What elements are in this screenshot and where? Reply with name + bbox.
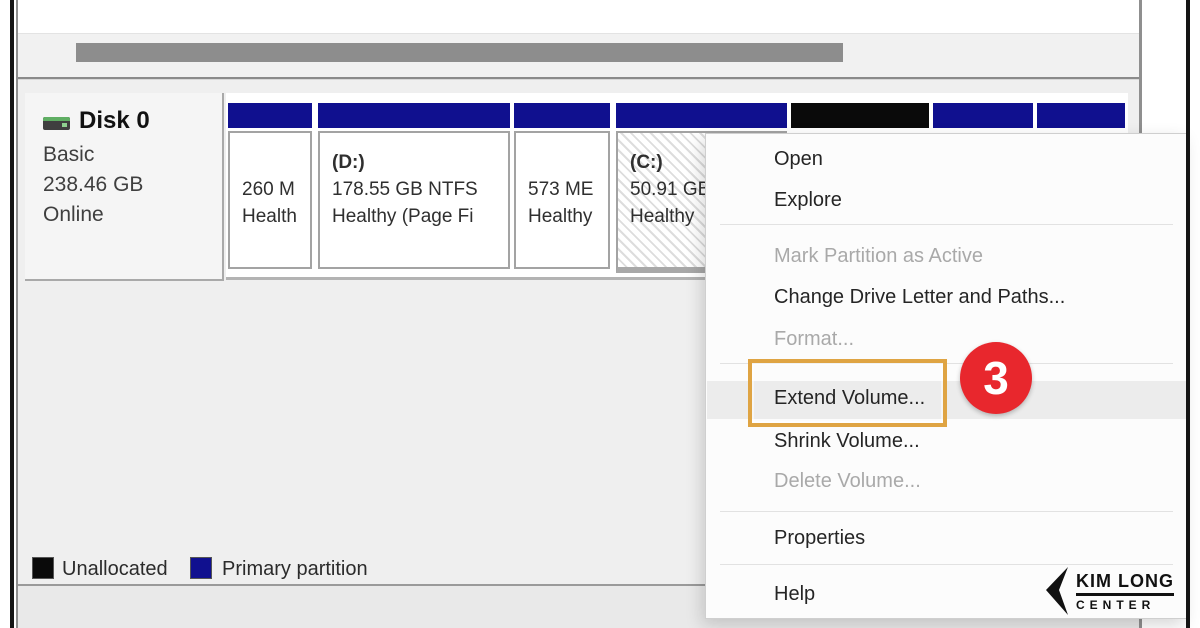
horizontal-scrollbar-thumb[interactable]: [76, 43, 843, 62]
disk-size: 238.46 GB: [43, 173, 143, 197]
disk-name: Disk 0: [79, 107, 150, 135]
menu-item-format: Format...: [774, 328, 854, 354]
kim-long-center-logo: KIM LONG CENTER: [1042, 566, 1182, 616]
legend-label-primary: Primary partition: [222, 558, 368, 581]
menu-item-properties[interactable]: Properties: [774, 527, 865, 553]
menu-separator: [720, 564, 1173, 565]
partition-box-recovery[interactable]: 573 ME Healthy: [514, 131, 610, 269]
step-badge: 3: [960, 342, 1032, 414]
logo-text-top: KIM LONG: [1076, 571, 1174, 596]
partition-size: 573 ME: [528, 176, 606, 203]
partition-bar-primary[interactable]: [933, 103, 1033, 128]
disk-type: Basic: [43, 143, 94, 167]
partition-bar-primary[interactable]: [616, 103, 787, 128]
partition-bar-primary[interactable]: [318, 103, 510, 128]
partition-box-d[interactable]: (D:) 178.55 GB NTFS Healthy (Page Fi: [318, 131, 510, 269]
partition-status: Healthy (Page Fi: [332, 203, 506, 230]
legend-label-unallocated: Unallocated: [62, 558, 168, 581]
highlight-rectangle: [748, 359, 947, 427]
menu-item-explore[interactable]: Explore: [774, 189, 842, 215]
partition-status: Healthy: [528, 203, 606, 230]
horizontal-scrollbar-track[interactable]: [18, 33, 1139, 78]
partition-bar-primary[interactable]: [514, 103, 610, 128]
menu-item-shrink-volume[interactable]: Shrink Volume...: [774, 430, 920, 456]
image-frame-left: [10, 0, 14, 628]
volume-list-bottom: [18, 0, 1139, 33]
legend-swatch-primary: [190, 557, 212, 579]
partition-box-efi[interactable]: 260 M Health: [228, 131, 312, 269]
partition-size: 260 M: [242, 176, 308, 203]
disk-drive-icon: [43, 117, 70, 130]
partition-size: 178.55 GB NTFS: [332, 176, 506, 203]
logo-chevron-icon: [1042, 566, 1070, 616]
legend-swatch-unallocated: [32, 557, 54, 579]
menu-item-delete-volume: Delete Volume...: [774, 470, 921, 496]
logo-text-bottom: CENTER: [1076, 598, 1155, 612]
disk-status: Online: [43, 203, 104, 227]
menu-item-help[interactable]: Help: [774, 583, 815, 609]
disk0-header-panel[interactable]: Disk 0 Basic 238.46 GB Online: [25, 93, 224, 281]
menu-item-open[interactable]: Open: [774, 148, 823, 174]
partition-bar-primary[interactable]: [1037, 103, 1125, 128]
menu-separator: [720, 224, 1173, 225]
window-border-left: [16, 0, 18, 628]
partition-bar-primary[interactable]: [228, 103, 312, 128]
partition-bar-unallocated[interactable]: [791, 103, 929, 128]
menu-item-mark-partition-active: Mark Partition as Active: [774, 245, 983, 271]
partition-status: Health: [242, 203, 308, 230]
partition-label: (D:): [332, 149, 506, 176]
menu-separator: [720, 511, 1173, 512]
image-frame-right: [1186, 0, 1190, 628]
menu-item-change-drive-letter[interactable]: Change Drive Letter and Paths...: [774, 286, 1065, 312]
